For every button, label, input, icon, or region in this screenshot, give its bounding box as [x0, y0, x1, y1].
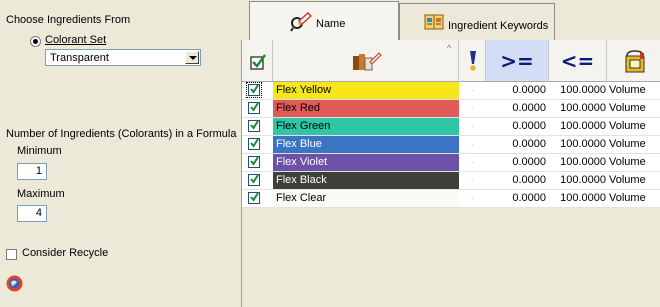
row-checkbox-cell — [242, 154, 273, 171]
ingredient-name[interactable]: Flex Black — [273, 172, 459, 189]
row-flag-cell[interactable]: - — [459, 136, 486, 153]
min-value[interactable]: 0.0000 — [486, 100, 549, 117]
max-value[interactable]: 100.0000 — [549, 154, 607, 171]
row-checkbox[interactable] — [248, 120, 260, 132]
maximum-label: Maximum — [17, 188, 65, 200]
row-checkbox[interactable] — [248, 138, 260, 150]
table-row[interactable]: Flex Clear -0.0000 100.0000 Volume — [242, 190, 660, 208]
row-checkbox-cell — [242, 82, 273, 99]
max-value[interactable]: 100.0000 — [549, 172, 607, 189]
row-flag-cell[interactable]: - — [459, 82, 486, 99]
unit-value[interactable]: Volume — [607, 136, 660, 153]
ingredient-name[interactable]: Flex Yellow — [273, 82, 459, 99]
recycle-globe-icon[interactable] — [6, 275, 23, 292]
colorant-set-label: Colorant Set — [45, 34, 107, 46]
magnifier-pencil-icon — [290, 10, 313, 32]
unit-value[interactable]: Volume — [607, 154, 660, 171]
sort-up-icon[interactable]: ^ — [447, 43, 451, 53]
paint-tubes-pencil-icon — [352, 50, 382, 72]
row-checkbox[interactable] — [248, 102, 260, 114]
tab-bar: Name Ingredient Keywords — [241, 0, 660, 40]
unit-value[interactable]: Volume — [607, 190, 660, 207]
ingredient-name[interactable]: Flex Violet — [273, 154, 459, 171]
table-row[interactable]: Flex Black -0.0000 100.0000 Volume — [242, 172, 660, 190]
colorant-set-radio[interactable] — [30, 36, 41, 47]
row-flag-cell[interactable]: - — [459, 100, 486, 117]
header-min-column[interactable]: >= — [486, 40, 549, 82]
colorant-set-value: Transparent — [50, 52, 109, 64]
unit-value[interactable]: Volume — [607, 82, 660, 99]
consider-recycle-label: Consider Recycle — [22, 247, 109, 259]
unit-value[interactable]: Volume — [607, 118, 660, 135]
row-checkbox[interactable] — [248, 156, 260, 168]
tab-name[interactable]: Name — [249, 1, 399, 40]
header-max-column[interactable]: <= — [549, 40, 607, 82]
row-checkbox-cell — [242, 190, 273, 207]
ingredient-name[interactable]: Flex Blue — [273, 136, 459, 153]
choose-ingredients-label: Choose Ingredients From — [6, 14, 131, 26]
paint-can-icon — [624, 49, 646, 73]
row-checkbox-cell — [242, 172, 273, 189]
row-checkbox-cell — [242, 136, 273, 153]
book-icon — [423, 12, 445, 32]
ingredient-name[interactable]: Flex Clear — [273, 190, 459, 207]
exclamation-icon — [468, 50, 478, 72]
unit-value[interactable]: Volume — [607, 172, 660, 189]
tab-ingredient-keywords[interactable]: Ingredient Keywords — [399, 3, 555, 40]
ingredient-name[interactable]: Flex Green — [273, 118, 459, 135]
row-checkbox[interactable] — [246, 82, 262, 98]
tab-ingredient-keywords-label: Ingredient Keywords — [448, 20, 549, 32]
min-value[interactable]: 0.0000 — [486, 190, 549, 207]
row-flag-cell[interactable]: - — [459, 190, 486, 207]
max-value[interactable]: 100.0000 — [549, 82, 607, 99]
table-row[interactable]: Flex Red -0.0000 100.0000 Volume — [242, 100, 660, 118]
check-icon — [250, 54, 266, 70]
minimum-input[interactable]: 1 — [17, 163, 47, 180]
row-checkbox[interactable] — [248, 192, 260, 204]
min-value[interactable]: 0.0000 — [486, 172, 549, 189]
colorant-set-dropdown[interactable]: Transparent — [45, 49, 201, 66]
max-value[interactable]: 100.0000 — [549, 136, 607, 153]
header-min-label: >= — [500, 49, 534, 73]
min-value[interactable]: 0.0000 — [486, 82, 549, 99]
number-of-ingredients-label: Number of Ingredients (Colorants) in a F… — [6, 128, 237, 140]
min-value[interactable]: 0.0000 — [486, 118, 549, 135]
row-checkbox[interactable] — [248, 174, 260, 186]
header-unit-column[interactable] — [607, 40, 660, 82]
ingredients-grid: ^ >= <= Flex Yellow -0.0000 100.0000 Volume… — [241, 40, 660, 307]
unit-value[interactable]: Volume — [607, 100, 660, 117]
table-row[interactable]: Flex Violet -0.0000 100.0000 Volume — [242, 154, 660, 172]
row-flag-cell[interactable]: - — [459, 118, 486, 135]
max-value[interactable]: 100.0000 — [549, 190, 607, 207]
row-checkbox-cell — [242, 100, 273, 117]
table-row[interactable]: Flex Blue -0.0000 100.0000 Volume — [242, 136, 660, 154]
row-flag-cell[interactable]: - — [459, 172, 486, 189]
consider-recycle-checkbox[interactable] — [6, 249, 17, 260]
row-checkbox-cell — [242, 118, 273, 135]
chevron-down-icon[interactable] — [185, 51, 199, 64]
min-value[interactable]: 0.0000 — [486, 136, 549, 153]
header-name-column[interactable]: ^ — [273, 40, 459, 82]
header-max-label: <= — [560, 49, 595, 73]
ingredient-name[interactable]: Flex Red — [273, 100, 459, 117]
max-value[interactable]: 100.0000 — [549, 118, 607, 135]
header-checkbox-column[interactable] — [242, 40, 273, 82]
minimum-label: Minimum — [17, 145, 62, 157]
min-value[interactable]: 0.0000 — [486, 154, 549, 171]
header-exclamation-column[interactable] — [459, 40, 486, 82]
row-flag-cell[interactable]: - — [459, 154, 486, 171]
table-row[interactable]: Flex Green -0.0000 100.0000 Volume — [242, 118, 660, 136]
maximum-input[interactable]: 4 — [17, 205, 47, 222]
tab-name-label: Name — [316, 18, 346, 30]
max-value[interactable]: 100.0000 — [549, 100, 607, 117]
table-row[interactable]: Flex Yellow -0.0000 100.0000 Volume — [242, 82, 660, 100]
